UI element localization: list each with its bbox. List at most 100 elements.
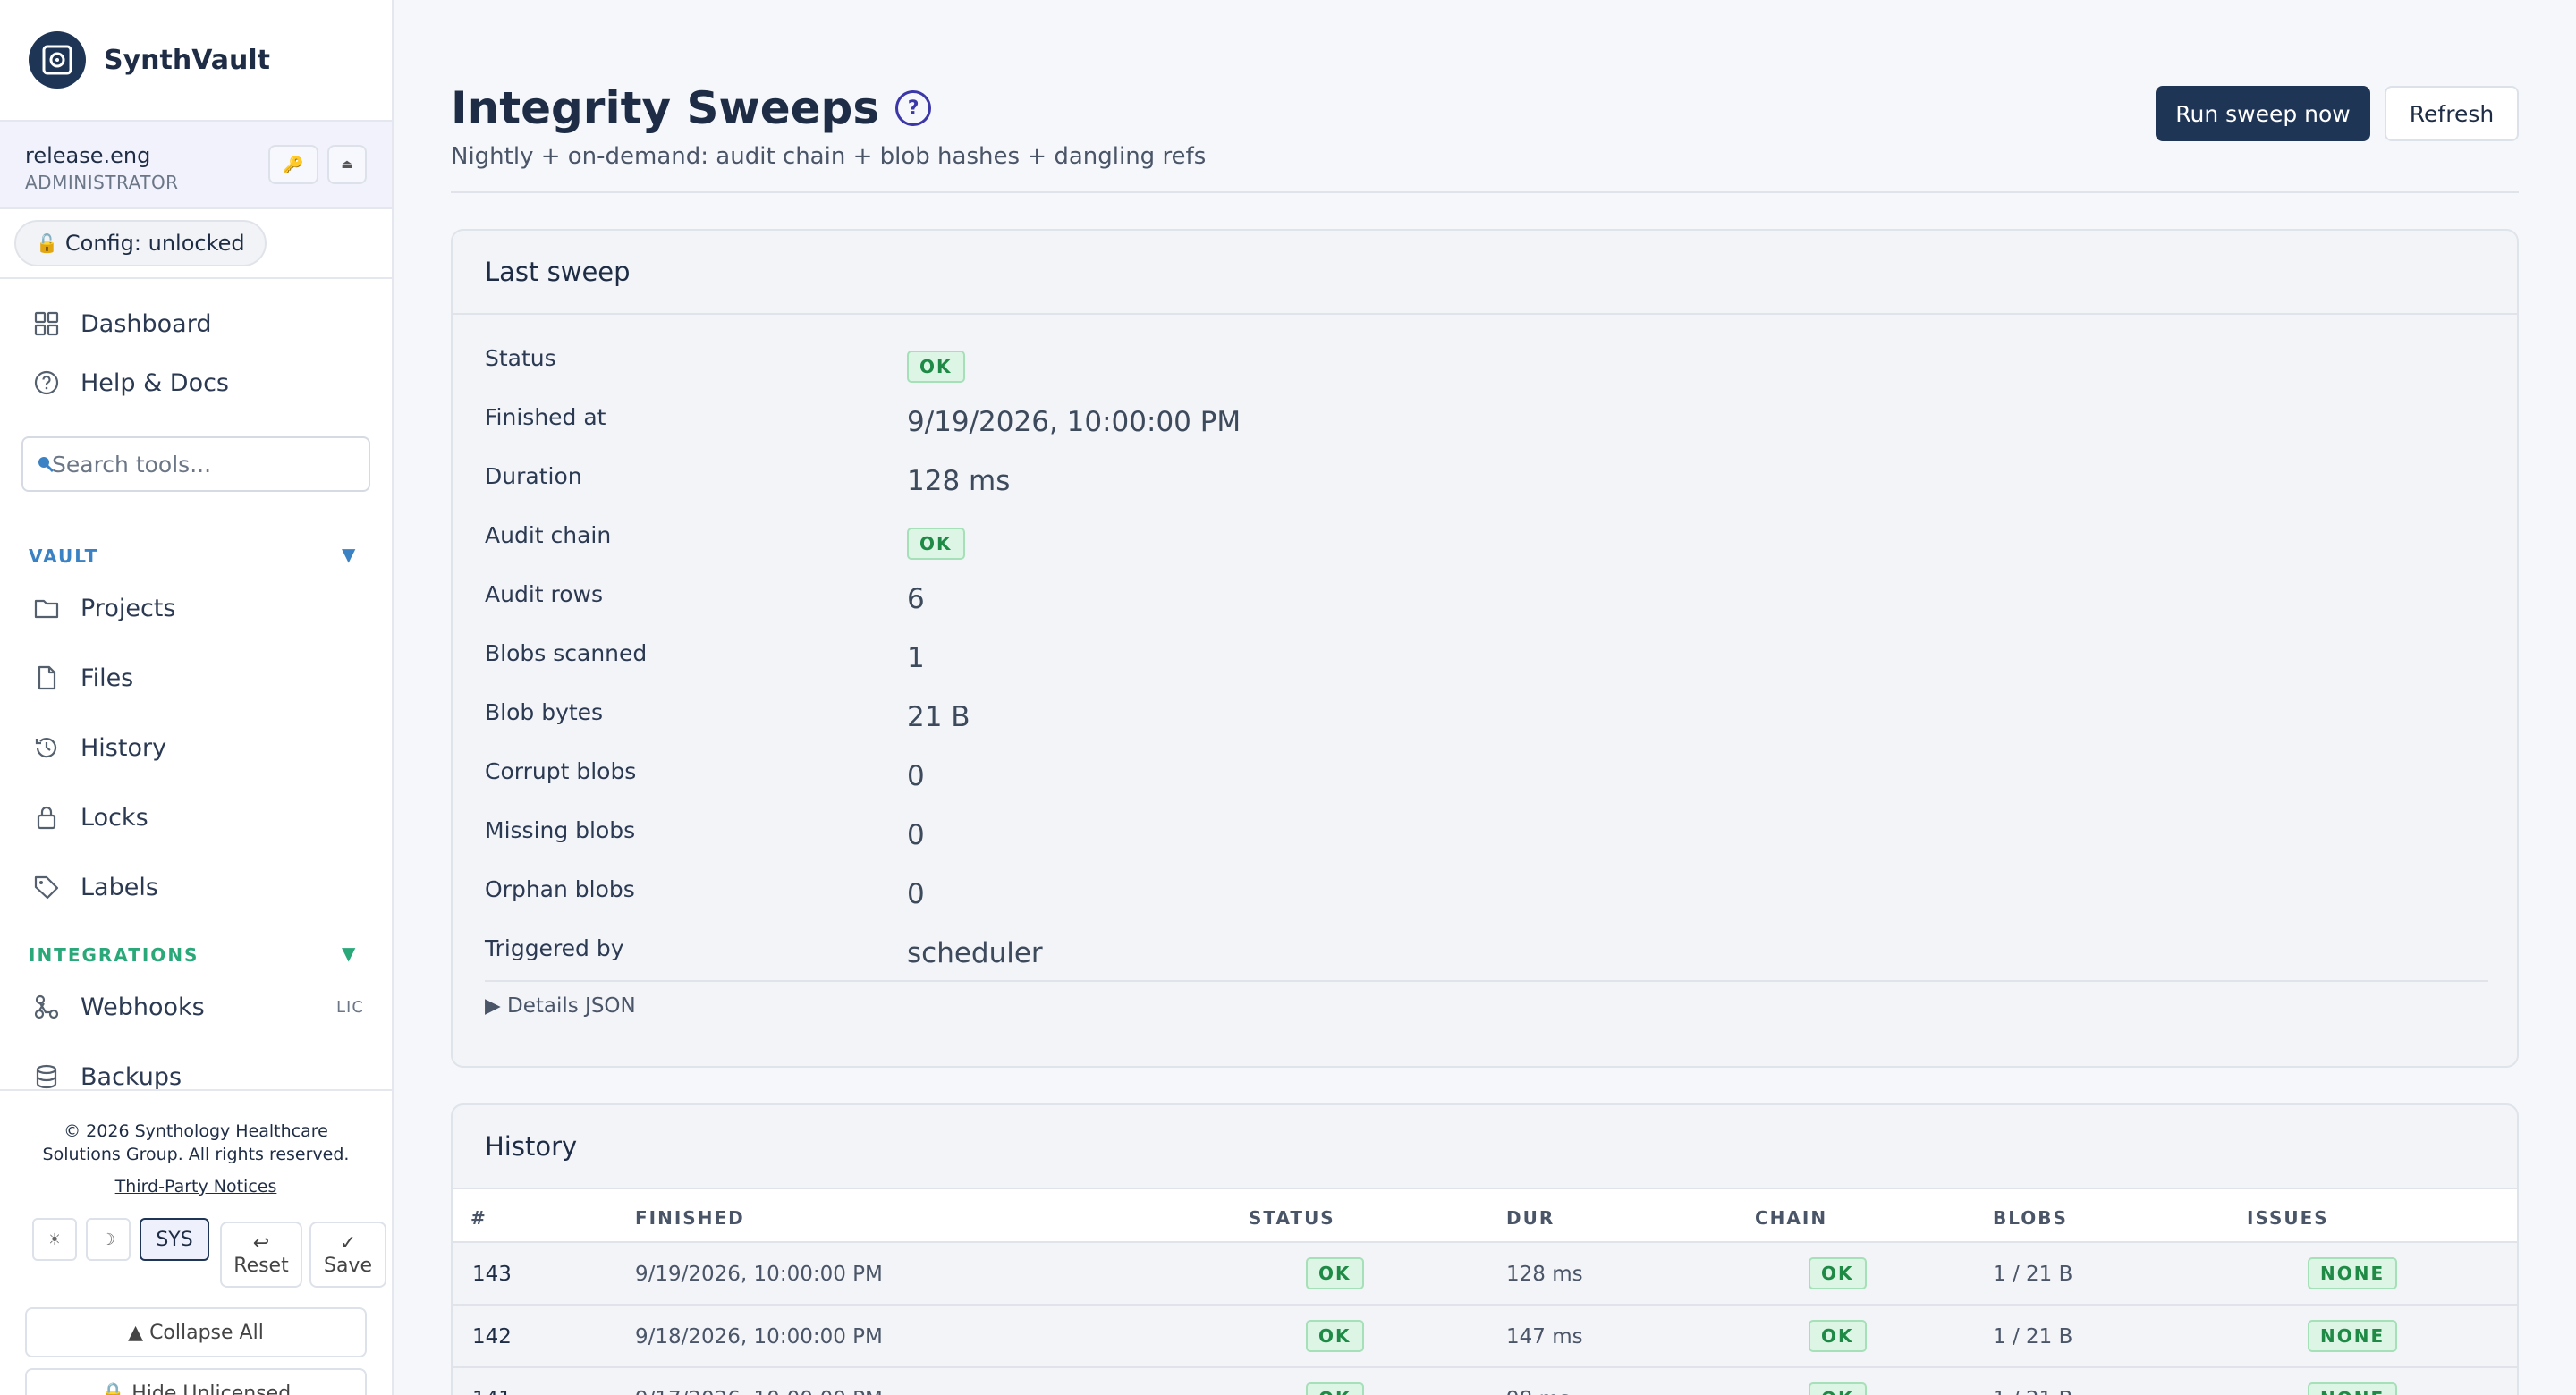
- nav-dashboard-label: Dashboard: [80, 309, 212, 338]
- kv-blob-bytes: Blob bytes 21 B: [485, 687, 2488, 746]
- history-heading: History: [453, 1105, 2517, 1189]
- column-header[interactable]: FINISHED: [635, 1207, 745, 1229]
- caret-down-icon[interactable]: ▼: [342, 943, 355, 964]
- column-header[interactable]: CHAIN: [1755, 1207, 1827, 1229]
- hide-unlicensed-button[interactable]: 🔒 Hide Unlicensed: [25, 1368, 367, 1395]
- nav-webhooks-label: Webhooks: [80, 993, 205, 1021]
- last-sweep-heading: Last sweep: [453, 231, 2517, 315]
- nav-locks-label: Locks: [80, 803, 148, 832]
- caret-down-icon[interactable]: ▼: [342, 544, 355, 565]
- row-finished: 9/19/2026, 10:00:00 PM: [635, 1263, 883, 1286]
- sidebar: SynthVault release.eng ADMINISTRATOR 🔑 ⏏…: [0, 0, 394, 1395]
- kv-value: 21 B: [907, 701, 970, 733]
- status-badge: OK: [1306, 1320, 1364, 1352]
- refresh-button[interactable]: Refresh: [2385, 86, 2519, 141]
- history-icon: [35, 738, 57, 758]
- kv-key: Blob bytes: [485, 699, 604, 725]
- eject-icon[interactable]: ⏏: [327, 145, 367, 184]
- nav-projects[interactable]: Projects: [32, 588, 175, 628]
- kv-key: Status: [485, 345, 556, 371]
- row-id: 143: [472, 1263, 512, 1286]
- kv-blobs-scanned: Blobs scanned 1: [485, 628, 2488, 687]
- check-icon: ✓: [339, 1231, 357, 1255]
- vault-logo-icon: [29, 31, 86, 89]
- nav-files[interactable]: Files: [32, 658, 133, 698]
- nav-help[interactable]: Help & Docs: [32, 363, 229, 402]
- nav-projects-label: Projects: [80, 594, 176, 622]
- column-header[interactable]: ISSUES: [2247, 1207, 2329, 1229]
- nav-labels[interactable]: Labels: [32, 867, 158, 907]
- kv-key: Missing blobs: [485, 817, 636, 843]
- title-divider: [451, 191, 2519, 193]
- sidebar-footer: © 2026 Synthology Healthcare Solutions G…: [0, 1089, 392, 1395]
- search-input[interactable]: [52, 451, 356, 478]
- help-icon[interactable]: ?: [895, 90, 932, 126]
- row-finished: 9/17/2026, 10:00:00 PM: [635, 1388, 883, 1395]
- moon-icon[interactable]: ☽: [86, 1218, 131, 1261]
- collapse-all-button[interactable]: ▲ Collapse All: [25, 1307, 367, 1357]
- page-title: Integrity Sweeps ?: [451, 82, 932, 134]
- issues-badge: NONE: [2308, 1257, 2398, 1289]
- kv-key: Duration: [485, 463, 582, 489]
- history-card: History # FINISHED STATUS DUR CHAIN BLOB…: [451, 1103, 2519, 1395]
- issues-badge: NONE: [2308, 1382, 2398, 1395]
- save-button[interactable]: ✓ Save: [309, 1222, 386, 1288]
- run-sweep-button[interactable]: Run sweep now: [2156, 86, 2370, 141]
- folder-icon: [34, 599, 59, 619]
- theme-switcher: ☀ ☽ SYS: [32, 1218, 218, 1261]
- row-duration: 128 ms: [1506, 1263, 1583, 1286]
- row-blobs: 1 / 21 B: [1993, 1263, 2073, 1286]
- row-id: 142: [472, 1325, 512, 1348]
- kv-duration: Duration 128 ms: [485, 451, 2488, 510]
- row-blobs: 1 / 21 B: [1993, 1388, 2072, 1395]
- nav-locks[interactable]: Locks: [32, 798, 148, 837]
- brand-header[interactable]: SynthVault: [0, 0, 392, 122]
- database-icon: [36, 1064, 57, 1089]
- tag-icon: [34, 875, 59, 900]
- row-duration: 147 ms: [1506, 1325, 1583, 1348]
- kv-audit-rows: Audit rows 6: [485, 569, 2488, 628]
- column-header[interactable]: #: [470, 1207, 487, 1229]
- config-row: 🔓 Config: unlocked: [0, 209, 392, 279]
- kv-key: Blobs scanned: [485, 640, 648, 666]
- theme-system-button[interactable]: SYS: [140, 1218, 209, 1261]
- kv-key: Audit chain: [485, 522, 612, 548]
- history-table: # FINISHED STATUS DUR CHAIN BLOBS ISSUES…: [453, 1189, 2517, 1395]
- third-party-notices-link[interactable]: Third-Party Notices: [0, 1177, 392, 1196]
- config-status-label: Config: unlocked: [64, 231, 245, 256]
- column-header[interactable]: STATUS: [1249, 1207, 1335, 1229]
- table-row[interactable]: 143 9/19/2026, 10:00:00 PM OK 128 ms OK …: [453, 1243, 2517, 1306]
- nav-help-label: Help & Docs: [80, 368, 229, 397]
- reset-button[interactable]: ↩ Reset: [220, 1222, 302, 1288]
- row-duration: 98 ms: [1506, 1388, 1570, 1395]
- row-id: 141: [472, 1388, 512, 1395]
- column-header[interactable]: BLOBS: [1993, 1207, 2068, 1229]
- kv-key: Corrupt blobs: [485, 758, 637, 784]
- nav-webhooks[interactable]: Webhooks LIC: [32, 987, 363, 1027]
- nav-history[interactable]: History: [32, 728, 166, 767]
- table-row[interactable]: 141 9/17/2026, 10:00:00 PM OK 98 ms OK 1…: [453, 1368, 2517, 1395]
- license-badge: LIC: [336, 997, 364, 1017]
- page-title-text: Integrity Sweeps: [451, 82, 880, 134]
- status-badge: OK: [907, 351, 965, 383]
- search-field[interactable]: [21, 436, 370, 492]
- kv-orphan-blobs: Orphan blobs 0: [485, 864, 2488, 923]
- status-badge: OK: [1306, 1257, 1364, 1289]
- kv-triggered-by: Triggered by scheduler: [485, 923, 2488, 982]
- nav-labels-label: Labels: [80, 873, 158, 901]
- kv-key: Triggered by: [485, 935, 624, 961]
- kv-value: 0: [907, 878, 925, 910]
- config-status-pill[interactable]: 🔓 Config: unlocked: [14, 220, 267, 266]
- kv-key: Audit rows: [485, 581, 604, 607]
- kv-corrupt-blobs: Corrupt blobs 0: [485, 746, 2488, 805]
- details-json-toggle[interactable]: ▶ Details JSON: [485, 994, 636, 1018]
- nav-dashboard[interactable]: Dashboard: [32, 304, 211, 343]
- chain-badge: OK: [1809, 1320, 1867, 1352]
- table-row[interactable]: 142 9/18/2026, 10:00:00 PM OK 147 ms OK …: [453, 1306, 2517, 1368]
- main-content: Integrity Sweeps ? Nightly + on-demand: …: [394, 0, 2576, 1395]
- copyright-line-2: Solutions Group. All rights reserved.: [42, 1145, 350, 1164]
- key-icon[interactable]: 🔑: [268, 145, 318, 184]
- sun-icon[interactable]: ☀: [32, 1218, 77, 1261]
- column-header[interactable]: DUR: [1506, 1207, 1555, 1229]
- chain-badge: OK: [1809, 1257, 1867, 1289]
